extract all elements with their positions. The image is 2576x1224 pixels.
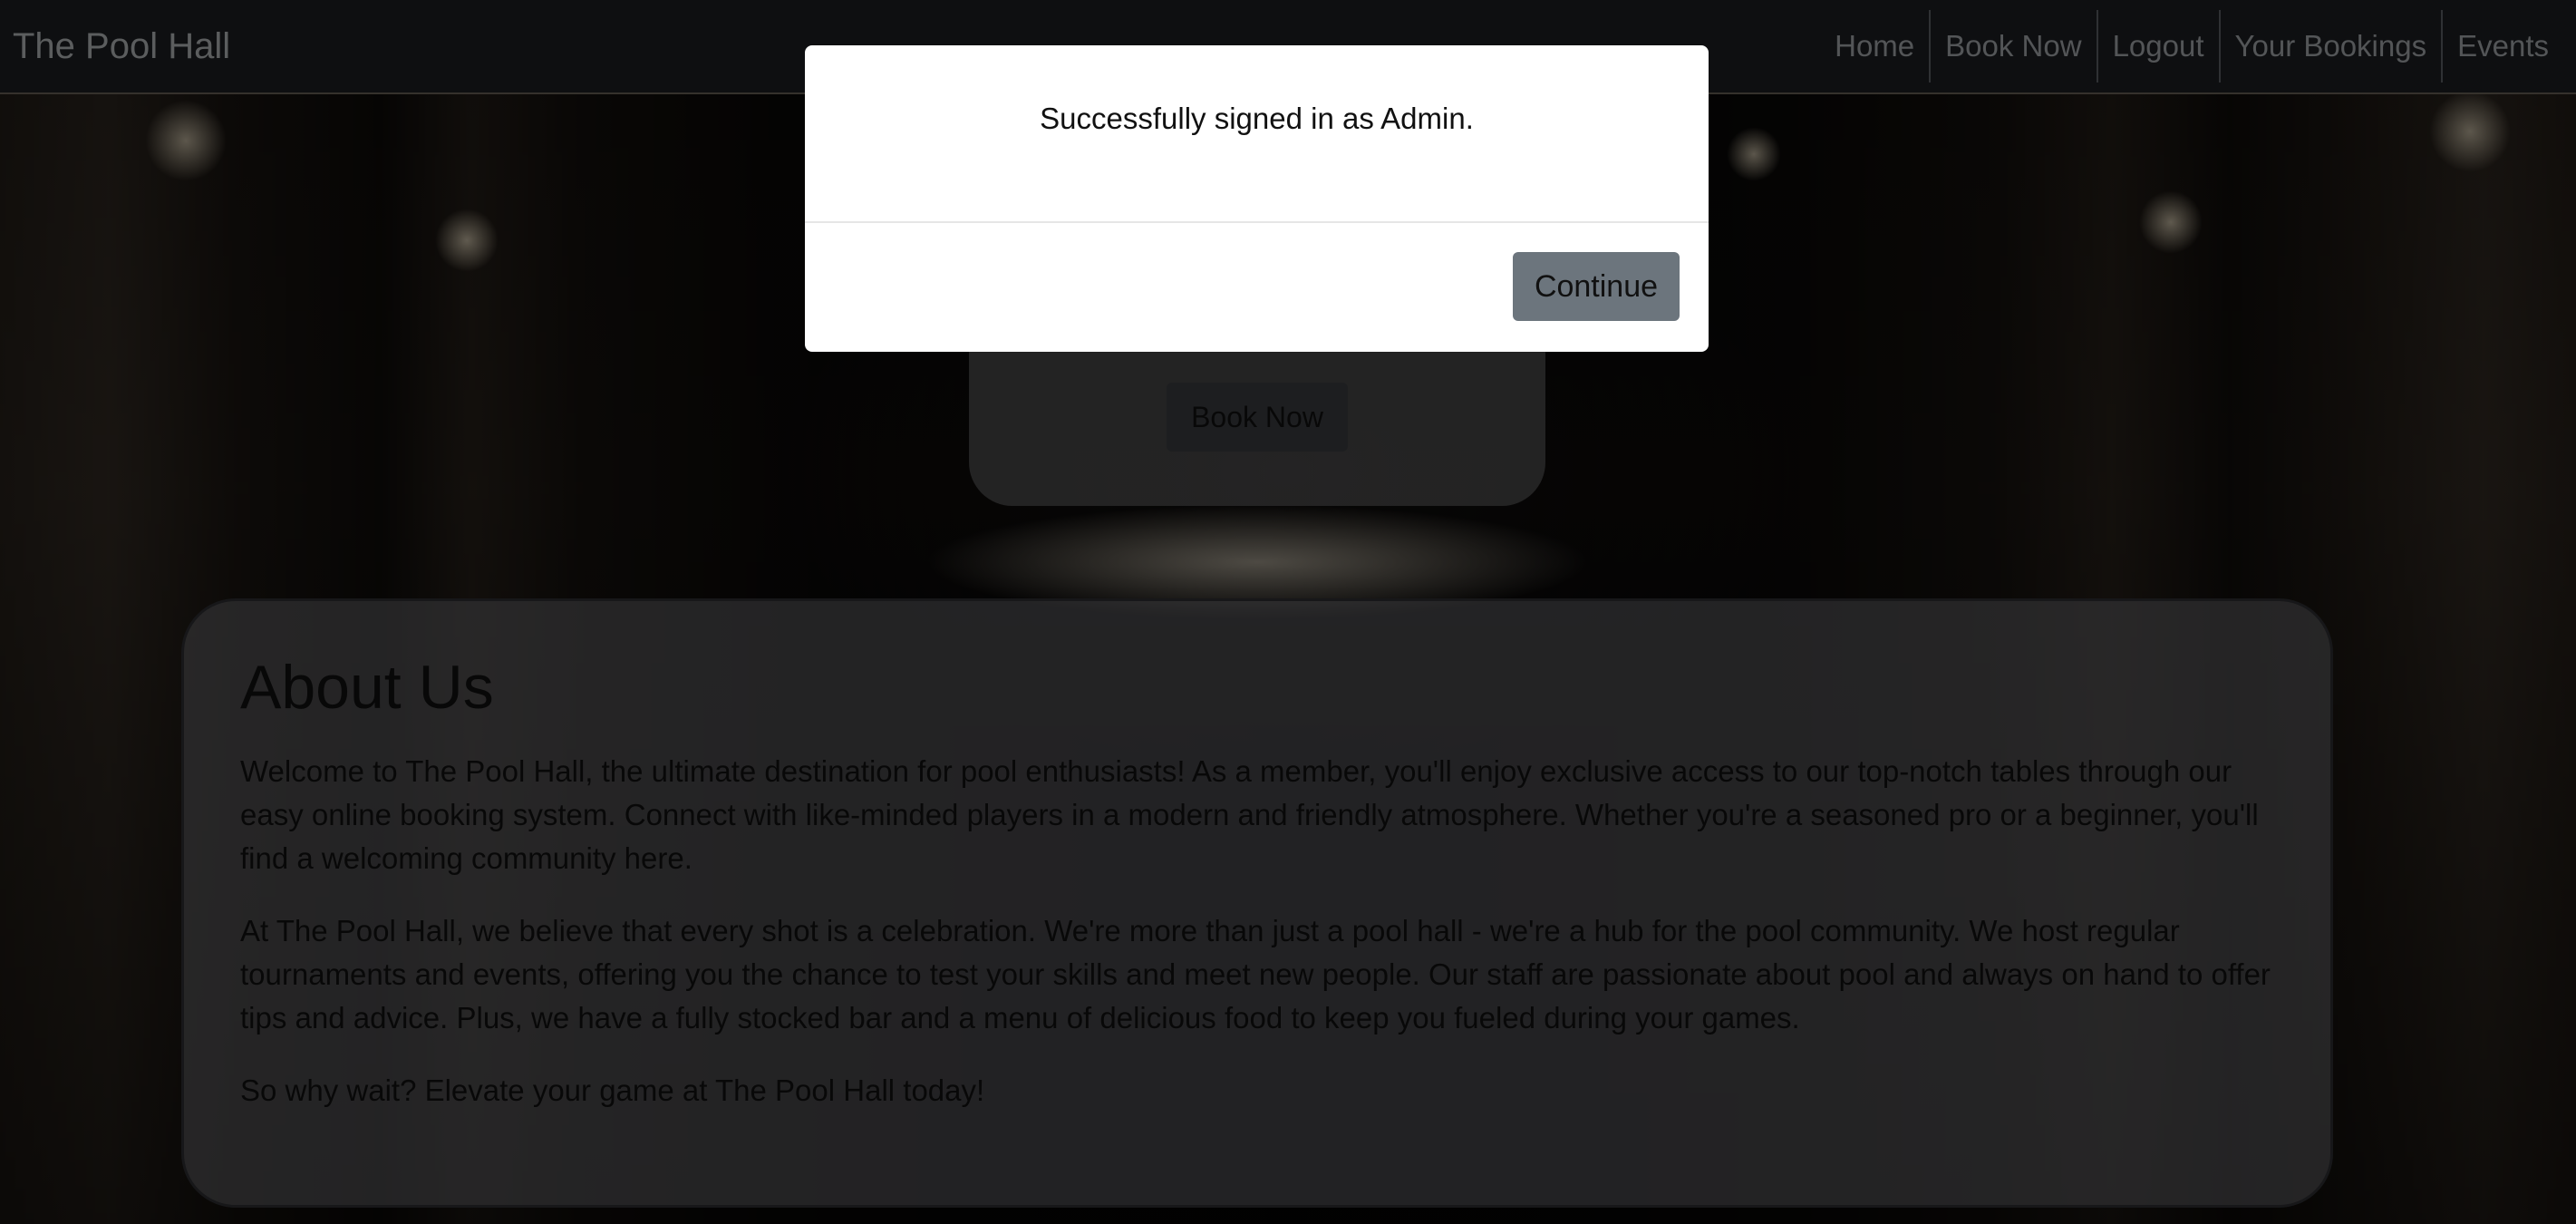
modal-body: Successfully signed in as Admin. (805, 45, 1709, 223)
modal-message: Successfully signed in as Admin. (1040, 102, 1474, 135)
signin-success-modal: Successfully signed in as Admin. Continu… (805, 45, 1709, 352)
continue-button[interactable]: Continue (1513, 252, 1680, 321)
modal-footer: Continue (805, 223, 1709, 350)
